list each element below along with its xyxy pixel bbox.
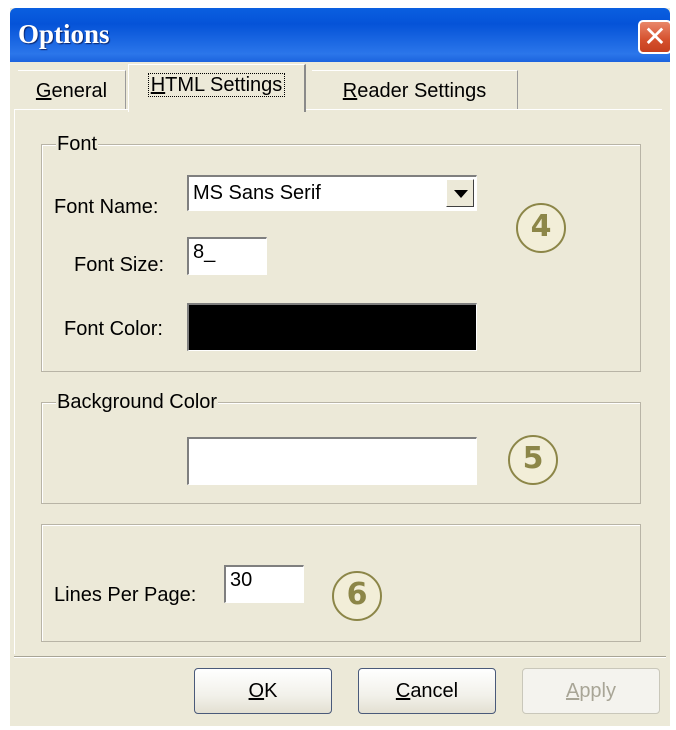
tab-html-settings-focus: HTML Settings xyxy=(147,73,286,97)
chevron-down-icon[interactable] xyxy=(446,179,474,207)
font-color-swatch[interactable] xyxy=(187,303,477,351)
options-dialog: Options ✕ General HTML Settings Reader S… xyxy=(10,8,672,726)
font-color-label: Font Color: xyxy=(64,318,163,340)
font-name-dropdown[interactable]: MS Sans Serif xyxy=(187,175,477,211)
font-group: Font Font Name: MS Sans Serif Font Size:… xyxy=(41,133,641,372)
background-color-swatch[interactable] xyxy=(187,437,477,485)
font-size-input[interactable]: 8_ xyxy=(187,237,267,275)
apply-button-label: pply xyxy=(579,680,617,702)
button-divider xyxy=(14,656,666,658)
ok-button-label: K xyxy=(264,680,278,702)
font-name-value: MS Sans Serif xyxy=(193,182,321,204)
close-icon: ✕ xyxy=(643,20,667,53)
font-size-value: 8_ xyxy=(193,241,216,263)
tab-general-accel: G xyxy=(35,80,52,102)
html-settings-page: Font Font Name: MS Sans Serif Font Size:… xyxy=(14,109,662,654)
tab-strip: General HTML Settings Reader Settings xyxy=(10,64,670,112)
tab-reader-settings-accel: R xyxy=(342,80,358,102)
lines-per-page-input[interactable]: 30 xyxy=(224,565,304,603)
close-button[interactable]: ✕ xyxy=(638,20,672,54)
tab-reader-settings-label: eader Settings xyxy=(357,80,487,102)
cancel-button-accel: C xyxy=(395,680,411,702)
apply-button[interactable]: Apply xyxy=(522,668,660,714)
font-name-label: Font Name: xyxy=(54,196,159,218)
font-size-label: Font Size: xyxy=(74,254,165,276)
font-group-legend: Font xyxy=(56,133,99,155)
tab-general-label: eneral xyxy=(51,80,108,102)
apply-button-accel: A xyxy=(565,680,580,702)
lines-per-page-group: Lines Per Page: 30 6 xyxy=(41,524,641,642)
tab-html-settings-accel: H xyxy=(150,74,166,96)
lines-per-page-value: 30 xyxy=(230,569,253,591)
callout-6-icon: 6 xyxy=(332,571,382,621)
ok-button[interactable]: OK xyxy=(194,668,332,714)
callout-4-icon: 4 xyxy=(516,203,566,253)
tab-html-settings[interactable]: HTML Settings xyxy=(128,64,306,112)
background-color-group: Background Color 5 xyxy=(41,391,641,504)
tab-html-settings-label: TML Settings xyxy=(165,74,283,96)
background-color-legend: Background Color xyxy=(56,391,219,413)
tab-general[interactable]: General xyxy=(18,70,126,110)
lines-per-page-label: Lines Per Page: xyxy=(54,584,197,606)
ok-button-accel: O xyxy=(248,680,265,702)
tab-reader-settings[interactable]: Reader Settings xyxy=(312,70,518,110)
title-bar: Options ✕ xyxy=(10,8,672,62)
cancel-button-label: ancel xyxy=(410,680,459,702)
callout-5-icon: 5 xyxy=(508,435,558,485)
cancel-button[interactable]: Cancel xyxy=(358,668,496,714)
window-title: Options xyxy=(18,19,110,49)
